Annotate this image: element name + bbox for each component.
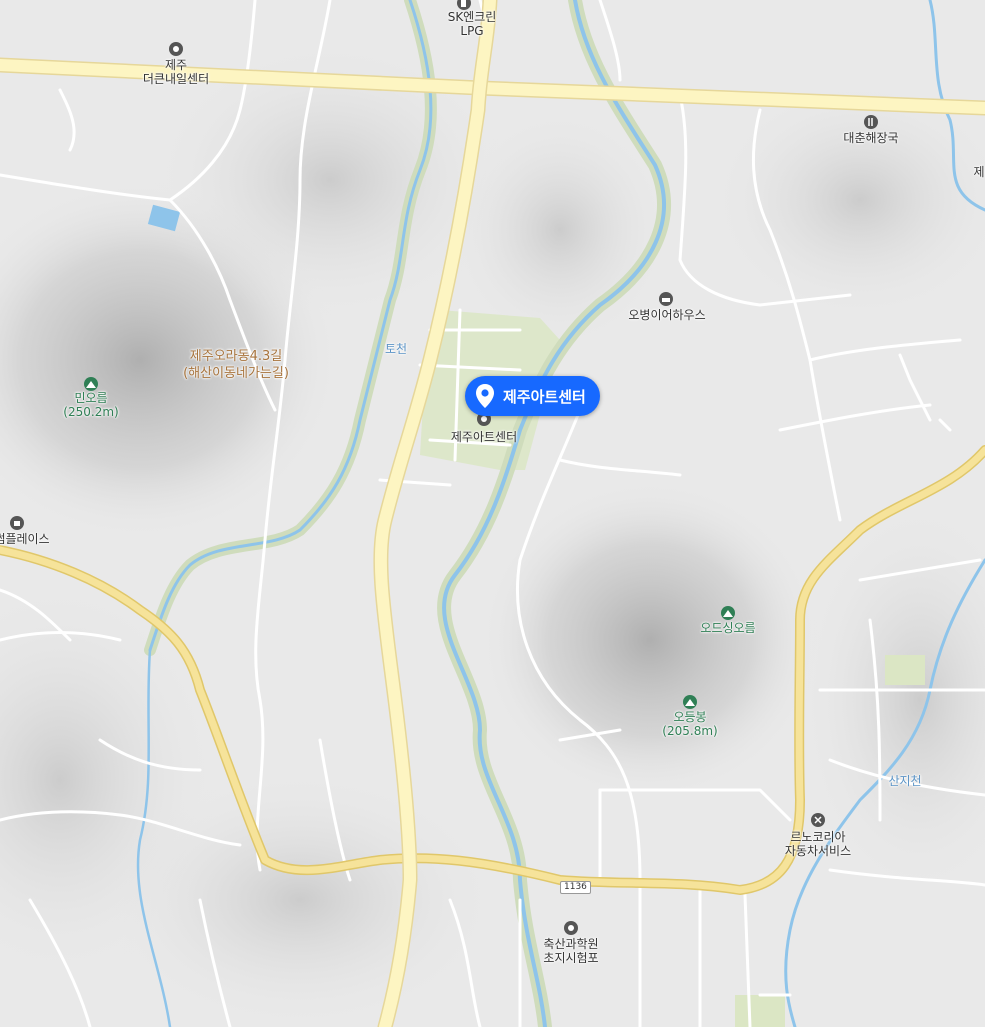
gas-station-icon[interactable] bbox=[457, 0, 471, 10]
mountain-icon[interactable] bbox=[83, 376, 99, 391]
poi-label-livestock[interactable]: 축산과학원 초지시험포 bbox=[543, 937, 598, 965]
hill-shade bbox=[710, 80, 985, 320]
repair-icon[interactable] bbox=[811, 813, 825, 827]
stream-label-tocheon: 토천 bbox=[384, 342, 408, 356]
poi-label-someplace[interactable]: 썸플레이스 bbox=[0, 532, 50, 546]
poi-label-daechun[interactable]: 대춘해장국 bbox=[843, 131, 898, 145]
map-canvas[interactable]: SK엔크린LPG 제주더큰내일센터 대춘해장국 오병이어하우스 제주아트센터 썸… bbox=[0, 0, 985, 1027]
map-base-layer bbox=[0, 0, 985, 1027]
park-area bbox=[735, 995, 785, 1027]
poi-label-jeju-center[interactable]: 제주 더큰내일센터 bbox=[143, 58, 209, 86]
hill-shade bbox=[100, 770, 500, 1027]
mountain-label-odeusing[interactable]: 오드싱오름 bbox=[700, 621, 755, 635]
poi-label-sk-enclean[interactable]: SK엔크린 LPG bbox=[448, 10, 497, 38]
mountain-icon[interactable] bbox=[720, 605, 736, 620]
place-icon[interactable] bbox=[564, 921, 578, 935]
selected-place-name: 제주아트센터 bbox=[503, 387, 586, 406]
poi-label-renault[interactable]: 르노코리아 자동차서비스 bbox=[785, 830, 851, 858]
place-icon[interactable] bbox=[169, 42, 183, 56]
cafe-icon[interactable] bbox=[10, 516, 24, 530]
stream-label-sanjicheon: 산지천 bbox=[888, 774, 922, 788]
mountain-label-odeungbong[interactable]: 오등봉 (205.8m) bbox=[662, 710, 717, 738]
poi-label-obyeongeo[interactable]: 오병이어하우스 bbox=[628, 308, 705, 322]
mountain-label-min[interactable]: 민오름 (250.2m) bbox=[63, 391, 118, 419]
mountain-icon[interactable] bbox=[682, 694, 698, 709]
lodging-icon[interactable] bbox=[659, 292, 673, 306]
poi-label-edge: 제 bbox=[973, 165, 985, 179]
park-area bbox=[885, 655, 925, 685]
selected-place-marker[interactable]: 제주아트센터 bbox=[465, 376, 600, 416]
location-pin-icon bbox=[471, 382, 499, 410]
trail-label[interactable]: 제주오라동4.3길 (해산이동네가는길) bbox=[183, 348, 289, 382]
route-number-badge: 1136 bbox=[560, 881, 591, 894]
poi-label-art-center[interactable]: 제주아트센터 bbox=[451, 430, 517, 444]
restaurant-icon[interactable] bbox=[864, 115, 878, 129]
